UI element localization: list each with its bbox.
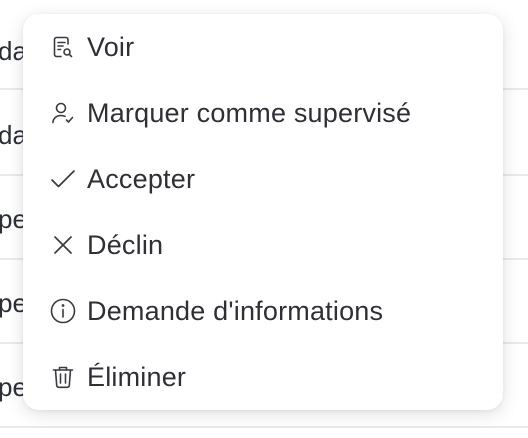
- check-icon: [49, 165, 77, 193]
- info-icon: [49, 297, 77, 325]
- view-document-icon: [49, 33, 77, 61]
- menu-item-delete[interactable]: Éliminer: [23, 344, 503, 410]
- menu-item-label: Accepter: [87, 163, 196, 194]
- trash-icon: [49, 363, 77, 391]
- menu-item-request-info[interactable]: Demande d'informations: [23, 278, 503, 344]
- menu-item-accept[interactable]: Accepter: [23, 146, 503, 212]
- menu-item-label: Voir: [87, 31, 135, 62]
- menu-item-mark-supervised[interactable]: Marquer comme supervisé: [23, 80, 503, 146]
- menu-item-label: Marquer comme supervisé: [87, 97, 412, 128]
- menu-item-label: Éliminer: [87, 361, 187, 392]
- close-icon: [49, 231, 77, 259]
- menu-item-view[interactable]: Voir: [23, 14, 503, 80]
- menu-item-label: Demande d'informations: [87, 295, 384, 326]
- user-check-icon: [49, 99, 77, 127]
- menu-item-label: Déclin: [87, 229, 164, 260]
- row-actions-menu: Voir Marquer comme supervisé Accepter Dé…: [23, 14, 503, 410]
- menu-item-decline[interactable]: Déclin: [23, 212, 503, 278]
